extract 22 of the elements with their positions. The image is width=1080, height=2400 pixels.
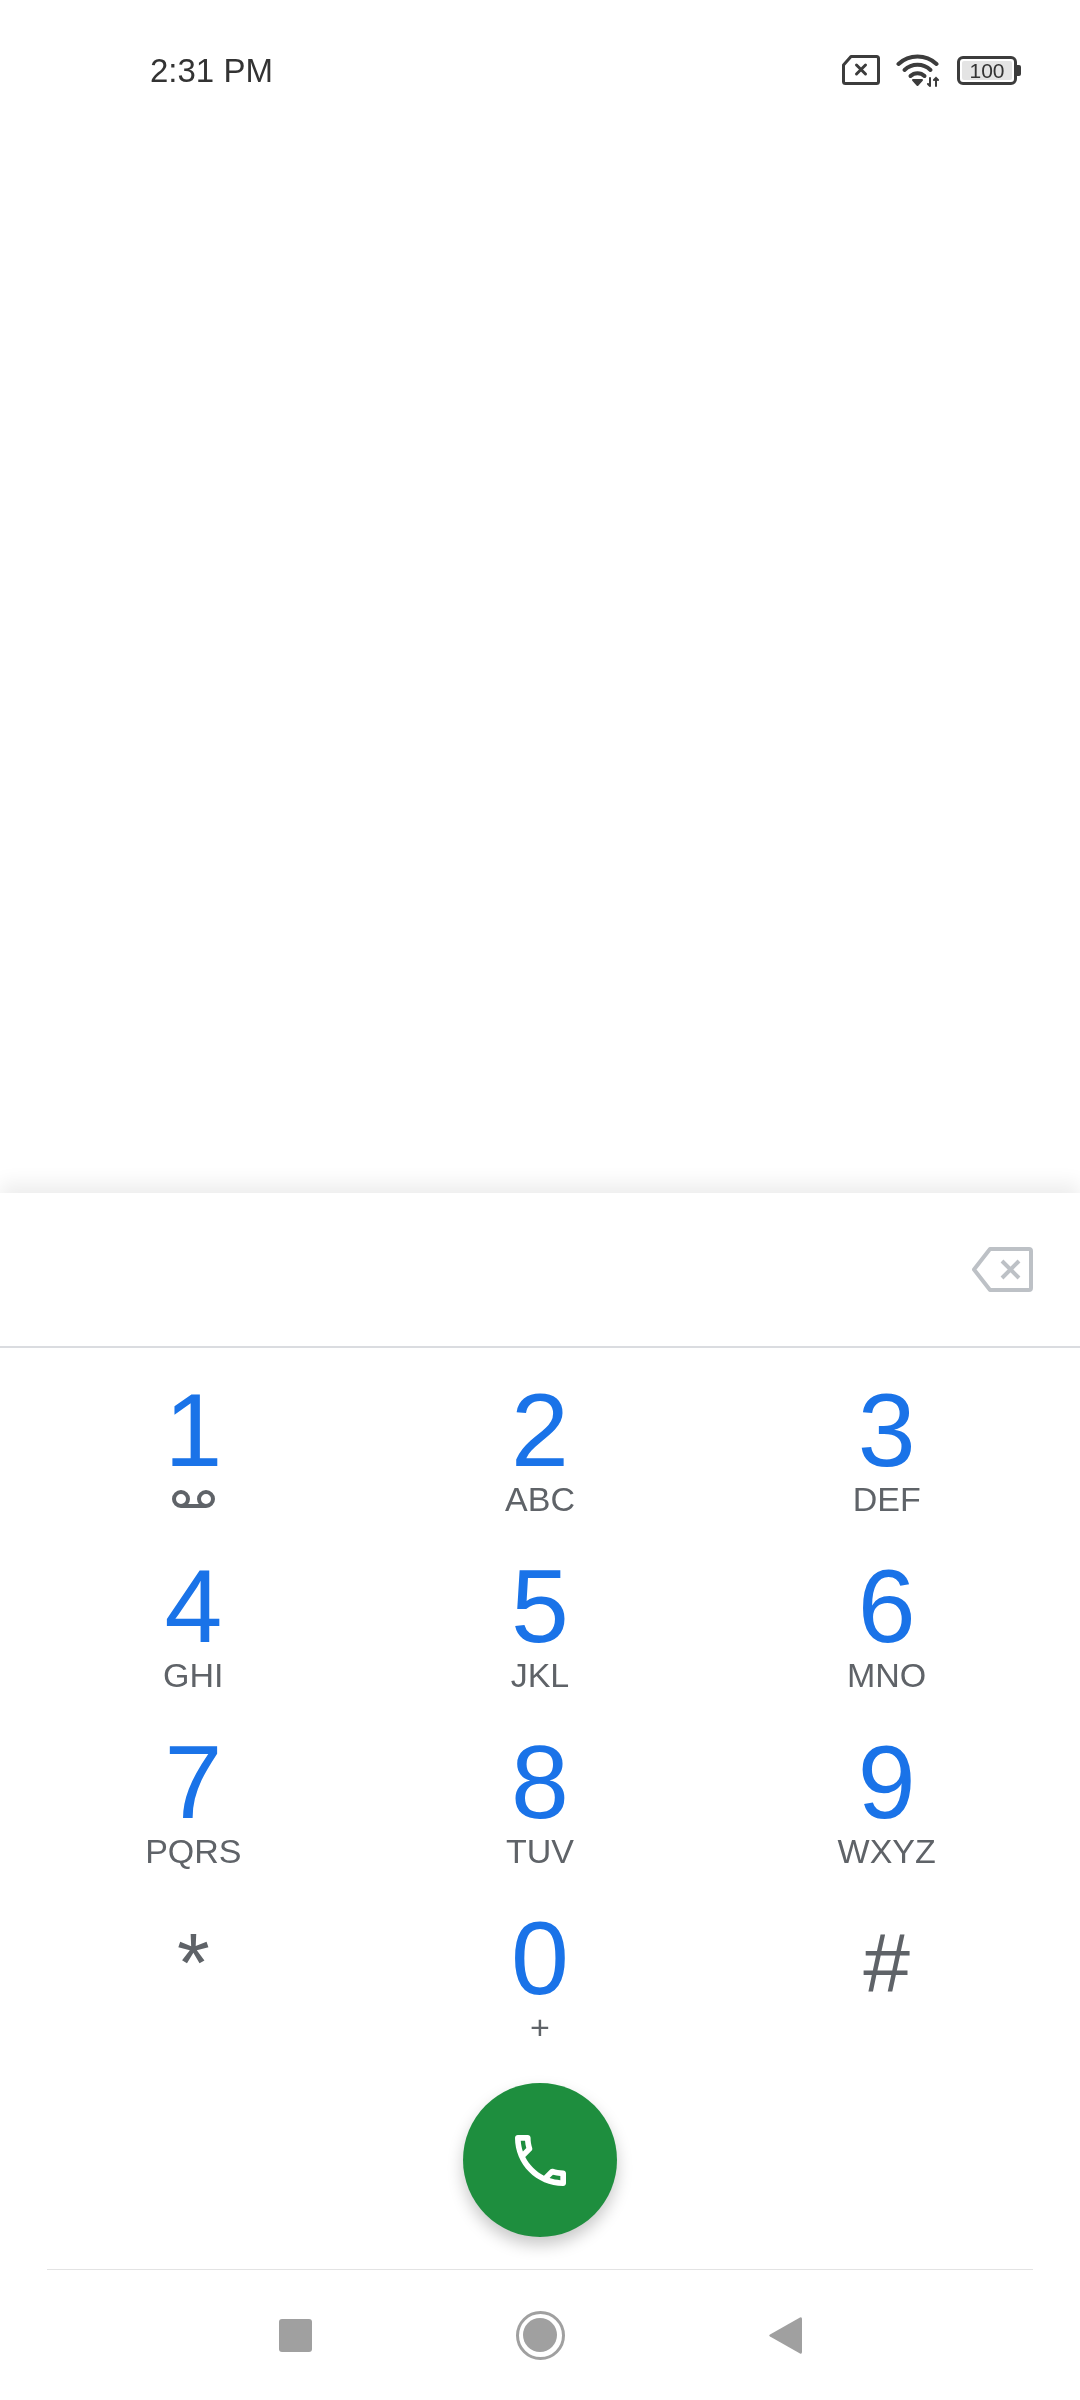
status-time: 2:31 PM <box>150 53 273 87</box>
dial-key[interactable]: # <box>713 1906 1060 2082</box>
wifi-icon <box>896 53 941 87</box>
dial-key[interactable]: 0 + <box>366 1906 714 2082</box>
dial-key[interactable]: 7 PQRS <box>20 1730 367 1906</box>
square-icon <box>278 2318 312 2352</box>
dial-key[interactable]: 8 TUV <box>366 1730 714 1906</box>
back-icon <box>768 2315 802 2355</box>
dial-key[interactable]: * <box>20 1906 367 2082</box>
backspace-icon <box>972 1247 1033 1292</box>
phone-icon <box>514 2134 566 2186</box>
number-field[interactable] <box>0 1193 1080 1348</box>
dial-key[interactable]: 4 GHI <box>20 1554 367 1730</box>
dial-key[interactable]: 3 DEF <box>713 1378 1060 1554</box>
dial-key[interactable]: 5 JKL <box>366 1554 714 1730</box>
dial-key[interactable]: 2 ABC <box>366 1378 714 1554</box>
dial-key[interactable]: 6 MNO <box>713 1554 1060 1730</box>
voicemail-icon <box>171 1489 215 1509</box>
dial-key[interactable]: 9 WXYZ <box>713 1730 1060 1906</box>
dial-key[interactable]: 1 <box>20 1378 367 1554</box>
no-sim-icon <box>842 55 880 85</box>
battery-indicator: 100 <box>957 55 1021 85</box>
